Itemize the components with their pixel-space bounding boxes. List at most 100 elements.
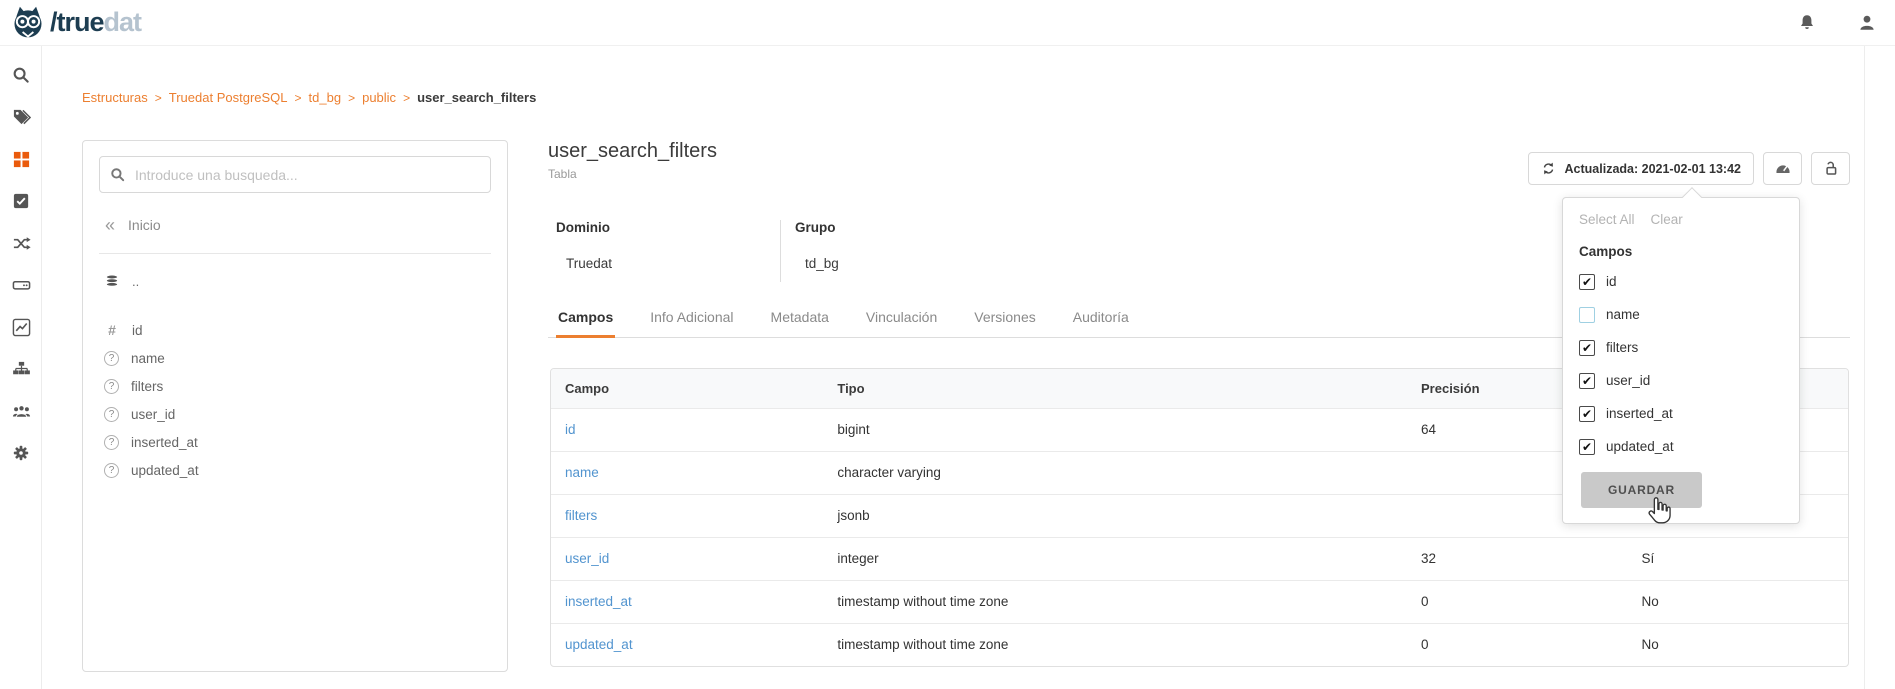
topbar: /truedat [0,0,1895,46]
checkbox[interactable] [1579,274,1595,290]
tab-campos[interactable]: Campos [556,300,615,338]
table-row: updated_at timestamp without time zone 0… [551,623,1848,666]
back-to-home[interactable]: « Inicio [99,216,491,234]
col-header-campo: Campo [551,369,823,408]
sidebar-item-tags[interactable] [0,96,42,138]
field-label: filters [131,379,163,394]
field-precision: 32 [1407,537,1627,580]
check-square-icon [12,192,31,211]
checkbox-option-user-id[interactable]: user_id [1579,364,1783,397]
list-item-updated-at[interactable]: ? updated_at [99,456,491,484]
tab-auditoria[interactable]: Auditoría [1071,300,1131,338]
breadcrumb-link-schema[interactable]: public [362,90,396,105]
sidebar-item-quality[interactable] [0,180,42,222]
field-link[interactable]: id [551,408,823,451]
tags-icon [12,108,31,127]
checkbox-option-name[interactable]: name [1579,298,1783,331]
checkbox-option-filters[interactable]: filters [1579,331,1783,364]
sidebar-item-taxonomy[interactable] [0,348,42,390]
field-type: timestamp without time zone [823,580,1407,623]
tab-vinculacion[interactable]: Vinculación [864,300,939,338]
unlock-icon [1822,160,1839,177]
chevron-double-left-icon: « [105,216,115,234]
save-button[interactable]: GUARDAR [1581,472,1702,508]
main-content: user_search_filters Tabla Actualizada: 2… [548,140,1850,181]
checkbox-option-inserted-at[interactable]: inserted_at [1579,397,1783,430]
field-type: jsonb [823,494,1407,537]
breadcrumb-link-system[interactable]: Truedat PostgreSQL [169,90,288,105]
field-nullable: Sí [1627,537,1848,580]
breadcrumb-link-estructuras[interactable]: Estructuras [82,90,148,105]
meta-label-grupo: Grupo [795,220,839,235]
sidebar-item-search[interactable] [0,54,42,96]
field-label: name [131,351,165,366]
breadcrumb-separator: > [295,91,302,105]
checkbox[interactable] [1579,406,1595,422]
meta-section: Dominio Truedat Grupo td_bg [548,220,839,282]
back-to-home-label: Inicio [128,217,161,233]
checkbox[interactable] [1579,307,1595,323]
question-circle-icon: ? [104,379,119,394]
list-item-user-id[interactable]: ? user_id [99,400,491,428]
checkbox-label: name [1606,307,1640,322]
go-up-label: .. [132,274,139,289]
tab-versiones[interactable]: Versiones [972,300,1037,338]
list-item-inserted-at[interactable]: ? inserted_at [99,428,491,456]
bell-icon[interactable] [1797,13,1817,33]
search-icon [12,66,31,85]
go-up-item[interactable]: .. [99,270,491,292]
profiling-button[interactable] [1763,152,1802,185]
checkbox[interactable] [1579,340,1595,356]
breadcrumb-link-database[interactable]: td_bg [309,90,342,105]
list-item-name[interactable]: ? name [99,344,491,372]
sidebar-item-systems[interactable] [0,264,42,306]
field-link[interactable]: user_id [551,537,823,580]
checkbox-option-updated-at[interactable]: updated_at [1579,430,1783,463]
question-circle-icon: ? [104,407,119,422]
truedat-logo[interactable]: /truedat [10,5,141,41]
sidebar-item-lineage[interactable] [0,222,42,264]
checkbox[interactable] [1579,439,1595,455]
table-row: inserted_at timestamp without time zone … [551,580,1848,623]
list-item-id[interactable]: # id [99,316,491,344]
refresh-updated-button[interactable]: Actualizada: 2021-02-01 13:42 [1528,152,1754,185]
sidebar-item-users[interactable] [0,390,42,432]
field-link[interactable]: filters [551,494,823,537]
brand-wordmark: /truedat [50,9,141,36]
lock-button[interactable] [1811,152,1850,185]
checkbox[interactable] [1579,373,1595,389]
breadcrumb-separator: > [348,91,355,105]
field-type: bigint [823,408,1407,451]
checkbox-option-id[interactable]: id [1579,265,1783,298]
grid-icon [12,150,31,169]
field-link[interactable]: inserted_at [551,580,823,623]
field-type: integer [823,537,1407,580]
field-label: inserted_at [131,435,198,450]
checkbox-label: user_id [1606,373,1650,388]
refresh-icon [1541,161,1556,176]
select-all-link[interactable]: Select All [1579,212,1635,227]
sidebar-item-dashboards[interactable] [0,306,42,348]
search-input[interactable] [135,167,480,183]
user-icon[interactable] [1857,13,1877,33]
meta-label-dominio: Dominio [556,220,780,235]
sidebar-item-settings[interactable] [0,432,42,474]
checkbox-label: id [1606,274,1617,289]
sidebar-item-structures[interactable] [0,138,42,180]
breadcrumb-separator: > [403,91,410,105]
table-row: user_id integer 32 Sí [551,537,1848,580]
clear-link[interactable]: Clear [1651,212,1683,227]
list-item-filters[interactable]: ? filters [99,372,491,400]
field-type: character varying [823,451,1407,494]
meta-value-grupo: td_bg [795,256,839,271]
question-circle-icon: ? [104,351,119,366]
field-label: user_id [131,407,175,422]
field-link[interactable]: name [551,451,823,494]
field-link[interactable]: updated_at [551,623,823,666]
search-box [99,156,491,193]
breadcrumb-current: user_search_filters [417,90,536,105]
gear-icon [12,444,30,462]
hash-icon: # [104,322,120,338]
tab-info-adicional[interactable]: Info Adicional [648,300,735,338]
tab-metadata[interactable]: Metadata [769,300,831,338]
